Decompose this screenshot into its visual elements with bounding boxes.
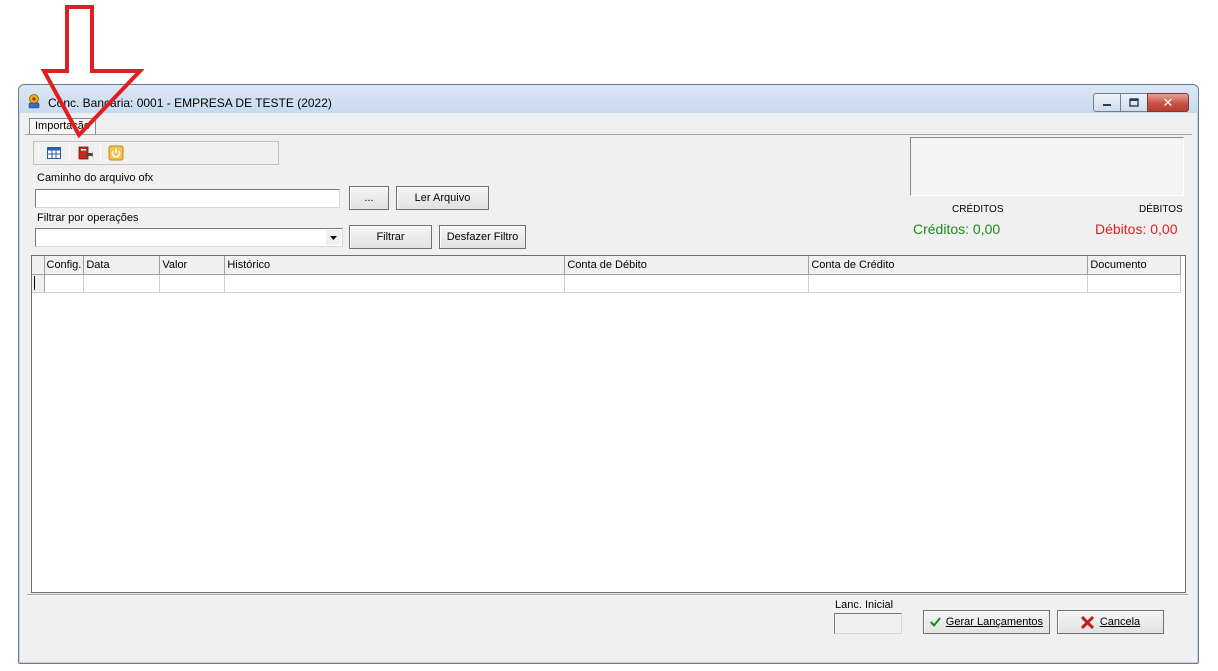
check-icon <box>930 617 941 627</box>
column-header-documento[interactable]: Documento <box>1087 256 1182 275</box>
chevron-down-icon <box>330 235 337 240</box>
transactions-grid[interactable]: Config. Data Valor Histórico Conta de Dé… <box>31 255 1186 593</box>
minimize-icon <box>1103 103 1111 106</box>
cell-documento[interactable] <box>1087 274 1182 293</box>
close-icon: ✕ <box>1162 94 1174 110</box>
debits-header: DÉBITOS <box>1139 204 1183 215</box>
client-area: Importação Caminho do arquivo ofx ... Le… <box>25 114 1192 658</box>
generate-entries-button[interactable]: Gerar Lançamentos <box>923 610 1050 634</box>
close-button[interactable]: ✕ <box>1147 93 1189 112</box>
column-header-conta-credito[interactable]: Conta de Crédito <box>808 256 1089 275</box>
exit-button[interactable] <box>107 144 125 162</box>
lanc-inicial-input[interactable] <box>834 613 902 634</box>
generate-entries-label: Gerar Lançamentos <box>945 616 1043 628</box>
column-header-conta-debito[interactable]: Conta de Débito <box>564 256 810 275</box>
filter-label: Filtrar por operações <box>37 212 139 224</box>
maximize-button[interactable] <box>1120 93 1147 112</box>
credits-header: CRÉDITOS <box>952 204 1004 215</box>
column-header-config[interactable]: Config. <box>44 256 85 275</box>
title-bar[interactable]: Conc. Bancária: 0001 - EMPRESA DE TESTE … <box>19 85 1198 113</box>
row-indicator[interactable] <box>32 274 45 293</box>
import-panel: Caminho do arquivo ofx ... Ler Arquivo F… <box>25 134 1192 658</box>
toolbar <box>33 141 279 165</box>
cancel-label: Cancela <box>1099 616 1141 628</box>
cancel-x-icon <box>1080 615 1094 629</box>
minimize-button[interactable] <box>1093 93 1120 112</box>
cancel-button[interactable]: Cancela <box>1057 610 1164 634</box>
grid-view-button[interactable] <box>45 144 63 162</box>
cell-data[interactable] <box>83 274 161 293</box>
import-ofx-icon <box>78 146 93 160</box>
filter-select[interactable] <box>35 228 343 247</box>
toolbar-separator <box>38 145 39 161</box>
browse-button[interactable]: ... <box>349 186 389 210</box>
toolbar-separator <box>100 145 101 161</box>
filter-button[interactable]: Filtrar <box>349 225 432 249</box>
column-header-valor[interactable]: Valor <box>159 256 226 275</box>
credits-total: Créditos: 0,00 <box>913 221 1001 237</box>
cell-historico[interactable] <box>224 274 566 293</box>
cell-conta-credito[interactable] <box>808 274 1089 293</box>
cell-config[interactable] <box>44 274 85 293</box>
read-file-button[interactable]: Ler Arquivo <box>396 186 489 210</box>
app-logo-icon <box>28 94 40 109</box>
debits-total: Débitos: 0,00 <box>1095 221 1178 237</box>
lanc-inicial-label: Lanc. Inicial <box>835 599 894 611</box>
ofx-path-label: Caminho do arquivo ofx <box>37 172 154 184</box>
column-header-data[interactable]: Data <box>83 256 161 275</box>
import-ofx-button[interactable] <box>76 144 94 162</box>
ofx-path-input[interactable] <box>35 189 340 208</box>
footer-divider <box>27 594 1188 596</box>
tab-label: Importação <box>35 120 91 132</box>
toolbar-separator <box>69 145 70 161</box>
maximize-icon <box>1129 98 1139 107</box>
column-header-historico[interactable]: Histórico <box>224 256 566 275</box>
dropdown-arrow[interactable] <box>326 230 341 245</box>
row-cursor-icon <box>34 276 35 290</box>
power-icon <box>108 145 124 161</box>
app-window: Conc. Bancária: 0001 - EMPRESA DE TESTE … <box>18 84 1199 664</box>
table-row[interactable] <box>32 274 1182 293</box>
tab-importacao[interactable]: Importação <box>29 118 97 135</box>
window-title: Conc. Bancária: 0001 - EMPRESA DE TESTE … <box>48 96 332 110</box>
cell-conta-debito[interactable] <box>564 274 810 293</box>
summary-box <box>910 137 1184 196</box>
grid-icon <box>47 147 61 159</box>
undo-filter-button[interactable]: Desfazer Filtro <box>439 225 526 249</box>
cell-valor[interactable] <box>159 274 226 293</box>
row-indicator-header <box>32 256 45 275</box>
